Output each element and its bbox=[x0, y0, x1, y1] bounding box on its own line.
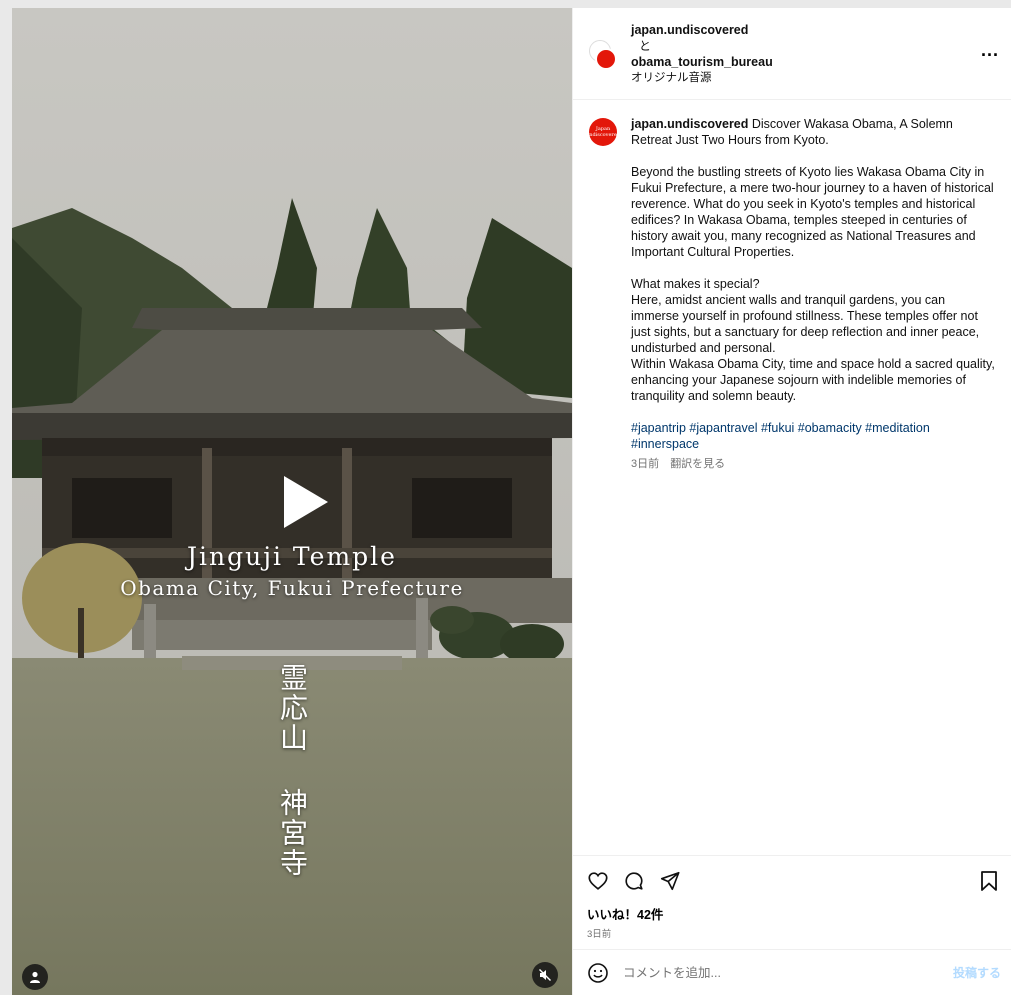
collab-avatars[interactable] bbox=[589, 40, 619, 70]
video-player[interactable]: Jinguji Temple Obama City, Fukui Prefect… bbox=[12, 8, 572, 995]
video-subtitle: Obama City, Fukui Prefecture bbox=[120, 576, 464, 600]
action-icons bbox=[587, 868, 997, 894]
like-count[interactable]: いいね！42件 bbox=[587, 904, 997, 923]
caption-question: What makes it special? bbox=[631, 277, 760, 291]
avatar bbox=[595, 48, 617, 70]
avatar[interactable]: Japan undiscovered bbox=[586, 118, 620, 146]
action-bar: いいね！42件 3日前 bbox=[573, 855, 1011, 949]
caption-paragraph: Beyond the bustling streets of Kyoto lie… bbox=[631, 165, 994, 259]
mute-button[interactable] bbox=[532, 962, 558, 988]
post-header: japan.undiscovered と obama_tourism_burea… bbox=[573, 8, 1011, 100]
caption-username[interactable]: japan.undiscovered bbox=[631, 117, 748, 131]
caption: japan.undiscovered Discover Wakasa Obama… bbox=[631, 116, 995, 472]
post-dialog: Jinguji Temple Obama City, Fukui Prefect… bbox=[12, 8, 1011, 995]
video-vertical-caption: 霊応山 神宮寺 bbox=[276, 662, 309, 878]
comment-input[interactable] bbox=[623, 965, 939, 980]
hashtags[interactable]: #japantrip #japantravel #fukui #obamacit… bbox=[631, 420, 995, 452]
caption-meta: 3日前 翻訳を見る bbox=[631, 456, 995, 472]
post-comment-button[interactable]: 投稿する bbox=[953, 964, 1001, 981]
bookmark-icon[interactable] bbox=[979, 870, 999, 892]
share-icon[interactable] bbox=[659, 870, 681, 892]
user-tag-button[interactable] bbox=[22, 964, 48, 990]
user-tag-icon bbox=[30, 971, 40, 983]
avatar-text: Japan undiscovered bbox=[586, 126, 620, 138]
translate-link[interactable]: 翻訳を見る bbox=[670, 458, 725, 470]
comment-bar: 投稿する bbox=[573, 949, 1011, 995]
caption-text: Here, amidst ancient walls and tranquil … bbox=[631, 293, 980, 355]
muted-speaker-icon bbox=[539, 969, 551, 981]
caption-text: Within Wakasa Obama City, time and space… bbox=[631, 357, 995, 403]
emoji-icon[interactable] bbox=[587, 962, 609, 984]
heart-icon[interactable] bbox=[587, 870, 609, 892]
post-date: 3日前 bbox=[587, 929, 612, 940]
audio-label[interactable]: オリジナル音源 bbox=[631, 70, 1011, 86]
video-title: Jinguji Temple bbox=[187, 542, 397, 571]
caption-time: 3日前 bbox=[631, 458, 660, 470]
play-icon[interactable] bbox=[270, 470, 334, 534]
caption-area: Japan undiscovered japan.undiscovered Di… bbox=[573, 100, 1011, 855]
comment-icon[interactable] bbox=[623, 870, 645, 892]
caption-headline: japan.undiscovered Discover Wakasa Obama… bbox=[631, 116, 995, 148]
caption-paragraph: What makes it special? Here, amidst anci… bbox=[631, 276, 995, 404]
author-username[interactable]: japan.undiscovered bbox=[631, 22, 1011, 38]
more-options-icon[interactable]: ... bbox=[981, 41, 999, 59]
collab-conjunction: と bbox=[639, 39, 652, 53]
post-sidebar: japan.undiscovered と obama_tourism_burea… bbox=[572, 8, 1011, 995]
collaborator-username[interactable]: obama_tourism_bureau bbox=[631, 54, 1011, 70]
